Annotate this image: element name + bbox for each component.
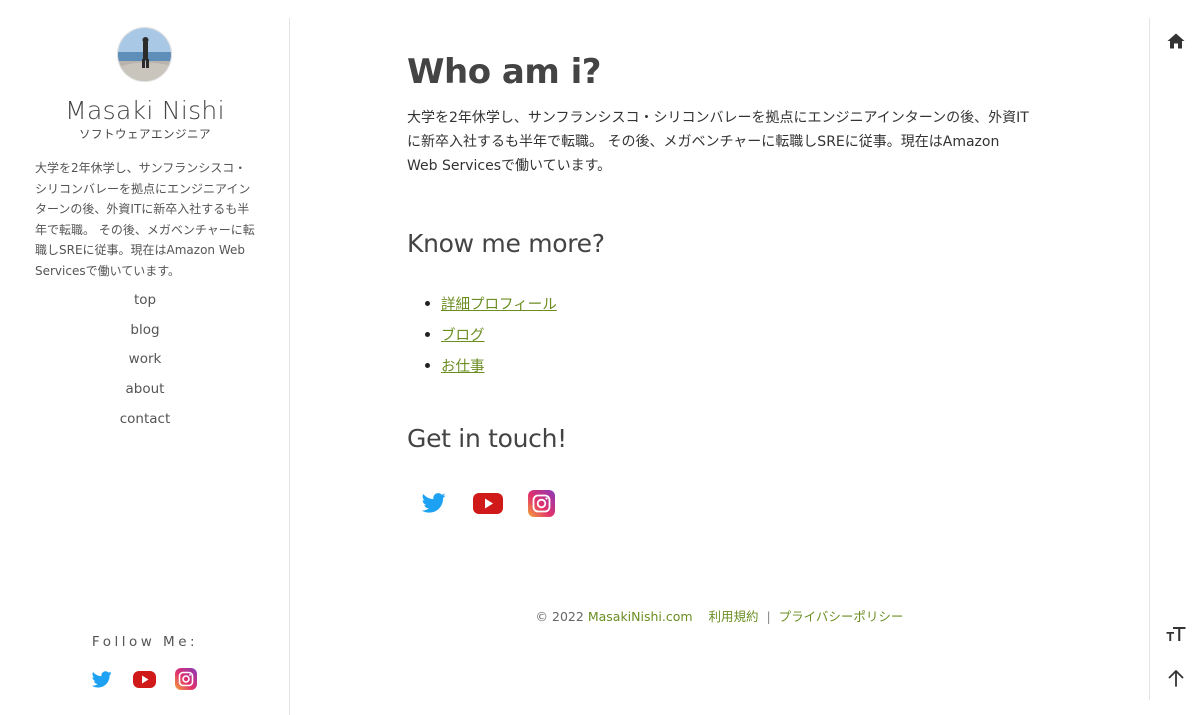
terms-link[interactable]: 利用規約	[708, 609, 758, 624]
intro-text: 大学を2年休学し、サンフランシスコ・シリコンバレーを拠点にエンジニアインターンの…	[407, 110, 1029, 174]
arrow-up-icon	[1168, 669, 1184, 687]
nav-link-blog[interactable]: blog	[130, 322, 159, 338]
footer: © 2022 MasakiNishi.com 利用規約 | プライバシーポリシー	[407, 606, 1032, 625]
page-title: Who am i?	[407, 52, 602, 92]
copyright-text: © 2022	[535, 609, 584, 624]
youtube-icon	[473, 492, 503, 514]
site-link[interactable]: MasakiNishi.com	[588, 609, 693, 624]
page: Masaki Nishi ソフトウェアエンジニア 大学を2年休学し、サンフランシ…	[0, 0, 1200, 715]
bullet	[425, 301, 430, 306]
list-item: ブログ	[407, 319, 557, 350]
contact-twitter-link[interactable]	[422, 488, 446, 518]
sidebar: Masaki Nishi ソフトウェアエンジニア 大学を2年休学し、サンフランシ…	[0, 0, 290, 715]
contact-youtube-link[interactable]	[473, 488, 503, 518]
nav-link-top[interactable]: top	[134, 292, 156, 308]
site-subtitle: ソフトウェアエンジニア	[79, 127, 211, 141]
list-item: お仕事	[407, 350, 557, 381]
nav-link-contact[interactable]: contact	[120, 411, 171, 427]
sidebar-youtube-link[interactable]	[133, 668, 156, 690]
get-in-touch-heading: Get in touch!	[407, 424, 567, 453]
bullet	[425, 363, 430, 368]
profile-links: 詳細プロフィール ブログ お仕事	[407, 288, 557, 381]
sidebar-twitter-link[interactable]	[92, 668, 112, 690]
nav-link-about[interactable]: about	[126, 381, 165, 397]
twitter-icon	[92, 670, 112, 687]
nav-item-about: about	[0, 378, 290, 408]
sidebar-instagram-link[interactable]	[175, 668, 197, 690]
privacy-link[interactable]: プライバシーポリシー	[779, 609, 904, 624]
scroll-to-top-button[interactable]	[1164, 666, 1188, 690]
youtube-icon	[133, 670, 156, 688]
avatar-photo-icon	[118, 28, 171, 81]
nav-item-work: work	[0, 348, 290, 378]
twitter-icon	[422, 493, 446, 513]
profile-link[interactable]: 詳細プロフィール	[441, 293, 557, 314]
follow-me-label: Follow Me:	[91, 634, 199, 650]
avatar[interactable]	[117, 27, 172, 82]
font-size-button[interactable]	[1164, 622, 1188, 646]
right-rail-divider	[1149, 18, 1150, 700]
home-icon	[1167, 33, 1185, 49]
nav-item-blog: blog	[0, 319, 290, 349]
bullet	[425, 332, 430, 337]
list-item: 詳細プロフィール	[407, 288, 557, 319]
font-size-icon	[1166, 627, 1186, 641]
home-button[interactable]	[1164, 29, 1188, 53]
nav-item-contact: contact	[0, 408, 290, 438]
sidebar-nav: top blog work about contact	[0, 289, 290, 437]
instagram-icon	[175, 668, 197, 690]
site-description: 大学を2年休学し、サンフランシスコ・シリコンバレーを拠点にエンジニアインターンの…	[35, 161, 255, 278]
know-me-heading: Know me more?	[407, 229, 605, 258]
work-link[interactable]: お仕事	[441, 355, 485, 376]
site-title[interactable]: Masaki Nishi	[0, 96, 290, 125]
nav-item-top: top	[0, 289, 290, 319]
instagram-icon	[528, 489, 555, 517]
nav-link-work[interactable]: work	[129, 351, 162, 367]
footer-separator: |	[766, 609, 771, 624]
contact-instagram-link[interactable]	[528, 488, 555, 518]
blog-link[interactable]: ブログ	[441, 324, 485, 345]
